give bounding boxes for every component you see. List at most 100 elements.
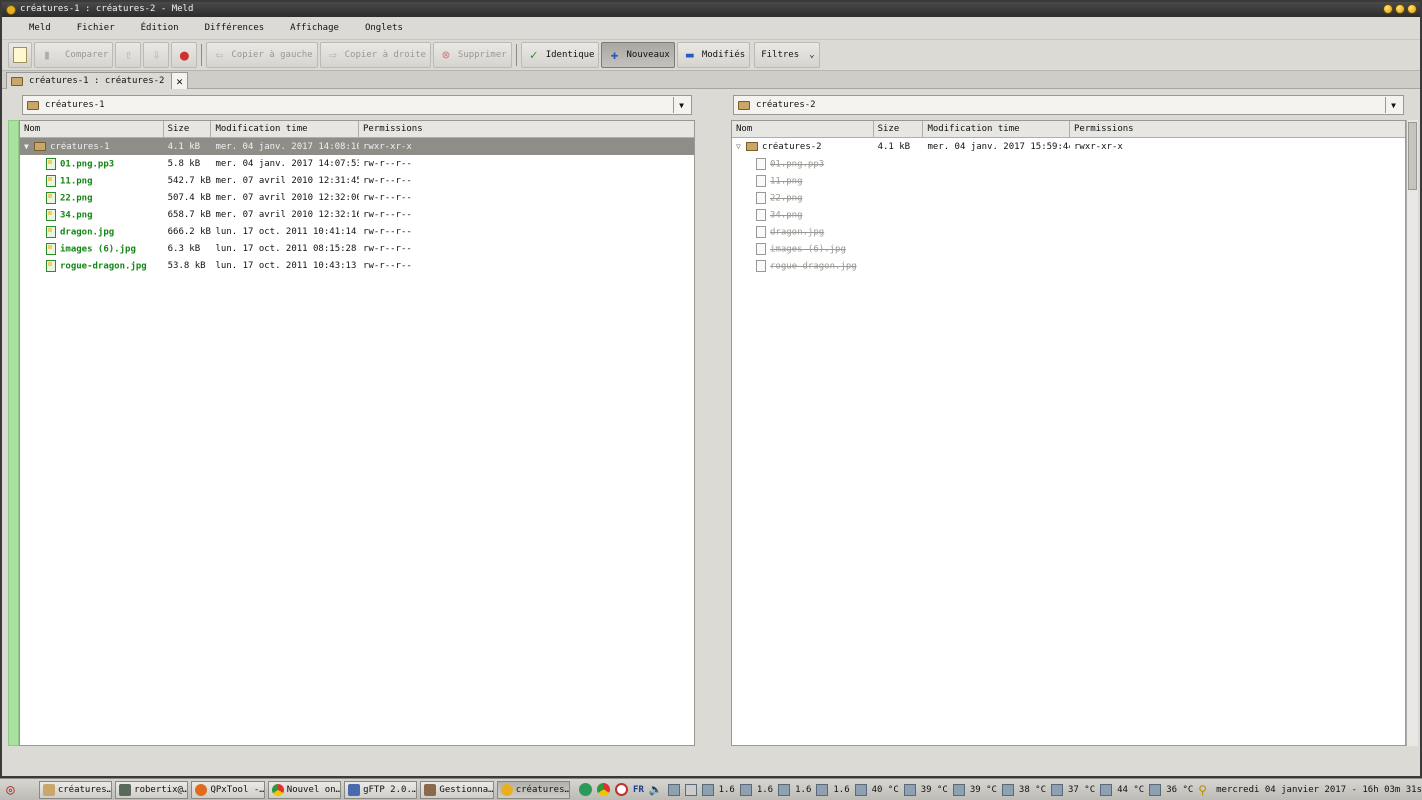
column-permissions[interactable]: Permissions	[359, 121, 694, 138]
task-label: gFTP 2.0.…	[363, 784, 418, 795]
column-mtime[interactable]: Modification time	[211, 121, 360, 138]
task-gftp[interactable]: gFTP 2.0.…	[344, 780, 418, 799]
printer-icon[interactable]	[684, 783, 697, 796]
row-mtime: lun. 17 oct. 2011 08:15:28	[215, 243, 357, 254]
column-name[interactable]: Nom	[732, 121, 874, 138]
right-directory-pane[interactable]: Nom Size Modification time Permissions ▽…	[731, 120, 1406, 746]
next-change-button[interactable]: ⇩	[143, 42, 170, 68]
folder-icon	[11, 76, 23, 86]
right-scrollbar[interactable]	[1406, 120, 1418, 746]
stop-button[interactable]: ●	[171, 42, 198, 68]
close-tab-icon[interactable]: ✕	[171, 73, 187, 89]
dropdown-arrow-icon[interactable]: ▼	[1385, 97, 1401, 113]
column-size[interactable]: Size	[164, 121, 212, 138]
compare-button[interactable]: ▮ Comparer	[34, 42, 114, 68]
folder-icon	[746, 141, 758, 151]
task-label: robertix@…	[134, 784, 189, 795]
row-name: dragon.jpg	[60, 227, 115, 237]
row-name: 01.png.pp3	[60, 159, 115, 169]
table-row[interactable]: ▽ créatures-2 4.1 kB mer. 04 janv. 2017 1…	[732, 138, 1405, 155]
column-size[interactable]: Size	[874, 121, 924, 138]
copy-left-button[interactable]: ⇦ Copier à gauche	[206, 42, 318, 68]
temperature: 39 °C	[969, 784, 997, 795]
tab-comparison[interactable]: créatures-1 : créatures-2 ✕	[6, 72, 188, 89]
keyboard-layout[interactable]: FR	[633, 785, 644, 795]
magnifier-icon[interactable]: ⚲	[1198, 783, 1207, 797]
right-path-combo[interactable]: créatures-2 ▼	[733, 95, 1404, 115]
filter-identical-toggle[interactable]: ✓ Identique	[520, 42, 600, 68]
task-meld-1[interactable]: créatures…	[38, 780, 113, 799]
table-row[interactable]: rogue-dragon.jpg 53.8 kB lun. 17 oct. 20…	[20, 257, 694, 274]
identical-label: Identique	[545, 50, 595, 60]
new-comparison-button[interactable]	[8, 42, 32, 68]
temperature: 38 °C	[1018, 784, 1047, 795]
toolbar-separator	[515, 44, 517, 66]
table-row[interactable]: dragon.jpg 666.2 kB lun. 17 oct. 2011 10…	[20, 223, 694, 240]
menu-edition[interactable]: Édition	[128, 23, 192, 33]
task-terminal[interactable]: robertix@…	[115, 780, 189, 799]
left-path-combo[interactable]: créatures-1 ▼	[22, 95, 692, 115]
network-icon[interactable]	[579, 783, 593, 796]
filters-label: Filtres	[761, 50, 800, 60]
meld-app-icon	[6, 5, 16, 15]
dropdown-arrow-icon[interactable]: ▼	[673, 97, 689, 113]
display-icon[interactable]	[667, 783, 680, 796]
row-size: 4.1 kB	[167, 141, 201, 152]
start-menu-icon[interactable]: ◎	[2, 781, 19, 799]
minimize-button[interactable]	[1383, 4, 1393, 14]
menu-meld[interactable]: Meld	[16, 23, 64, 33]
close-window-button[interactable]	[1407, 4, 1417, 14]
delete-button[interactable]: ⊗ Supprimer	[432, 42, 512, 68]
menu-affichage[interactable]: Affichage	[277, 23, 352, 33]
column-name[interactable]: Nom	[20, 121, 164, 138]
meld-icon	[500, 783, 513, 796]
filters-dropdown[interactable]: Filtres ⌄	[754, 42, 820, 68]
task-qpxtool[interactable]: QPxTool -…	[191, 780, 265, 799]
table-row[interactable]: 11.png	[732, 172, 1405, 189]
temperature: 36 °C	[1166, 784, 1194, 795]
alarm-clock-icon[interactable]	[615, 783, 629, 796]
left-directory-pane[interactable]: Nom Size Modification time Permissions ▼…	[19, 120, 695, 746]
menu-onglets[interactable]: Onglets	[352, 23, 416, 33]
menu-differences[interactable]: Différences	[192, 23, 278, 33]
task-chrome[interactable]: Nouvel on…	[267, 780, 342, 799]
expander-open-icon[interactable]: ▼	[24, 142, 34, 151]
scrollbar-thumb[interactable]	[1408, 122, 1417, 190]
clock[interactable]: mercredi 04 janvier 2017 - 16h 03m 31s	[1216, 785, 1422, 795]
copy-right-button[interactable]: ⇨ Copier à droite	[319, 42, 431, 68]
compare-label: Comparer	[65, 50, 109, 60]
table-row[interactable]: ▼ créatures-1 4.1 kB mer. 04 janv. 2017 1…	[20, 138, 694, 155]
chrome-icon	[271, 783, 284, 796]
filter-new-toggle[interactable]: ✚ Nouveaux	[601, 42, 675, 68]
table-row[interactable]: 34.png 658.7 kB mer. 07 avril 2010 12:32…	[20, 206, 694, 223]
table-row[interactable]: rogue-dragon.jpg	[732, 257, 1405, 274]
previous-change-button[interactable]: ⇧	[115, 42, 142, 68]
file-manager-icon	[424, 783, 437, 796]
column-mtime[interactable]: Modification time	[923, 121, 1070, 138]
task-meld-2[interactable]: créatures…	[496, 780, 571, 799]
table-row[interactable]: images (6).jpg 6.3 kB lun. 17 oct. 2011 …	[20, 240, 694, 257]
table-row[interactable]: 01.png.pp3	[732, 155, 1405, 172]
row-name: images (6).jpg	[770, 244, 846, 254]
task-file-manager[interactable]: Gestionna…	[420, 780, 494, 799]
expander-open-icon[interactable]: ▽	[736, 142, 746, 151]
table-row[interactable]: 22.png	[732, 189, 1405, 206]
thermometer-icon	[903, 783, 916, 796]
table-row[interactable]: dragon.jpg	[732, 223, 1405, 240]
image-file-icon	[46, 157, 56, 170]
table-row[interactable]: 01.png.pp3 5.8 kB mer. 04 janv. 2017 14:…	[20, 155, 694, 172]
filter-modified-toggle[interactable]: ▬ Modifiés	[676, 42, 751, 68]
row-name: 34.png	[60, 210, 93, 220]
table-row[interactable]: images (6).jpg	[732, 240, 1405, 257]
table-row[interactable]: 34.png	[732, 206, 1405, 223]
chrome-tray-icon[interactable]	[597, 783, 611, 796]
checkmark-icon: ✓	[529, 47, 538, 63]
menu-fichier[interactable]: Fichier	[64, 23, 128, 33]
volume-icon[interactable]: 🔈	[649, 783, 663, 796]
table-row[interactable]: 22.png 507.4 kB mer. 07 avril 2010 12:32…	[20, 189, 694, 206]
copy-right-icon: ⇨	[328, 47, 337, 63]
column-permissions[interactable]: Permissions	[1070, 121, 1405, 138]
table-row[interactable]: 11.png 542.7 kB mer. 07 avril 2010 12:31…	[20, 172, 694, 189]
maximize-button[interactable]	[1395, 4, 1405, 14]
row-name: 11.png	[60, 176, 93, 186]
